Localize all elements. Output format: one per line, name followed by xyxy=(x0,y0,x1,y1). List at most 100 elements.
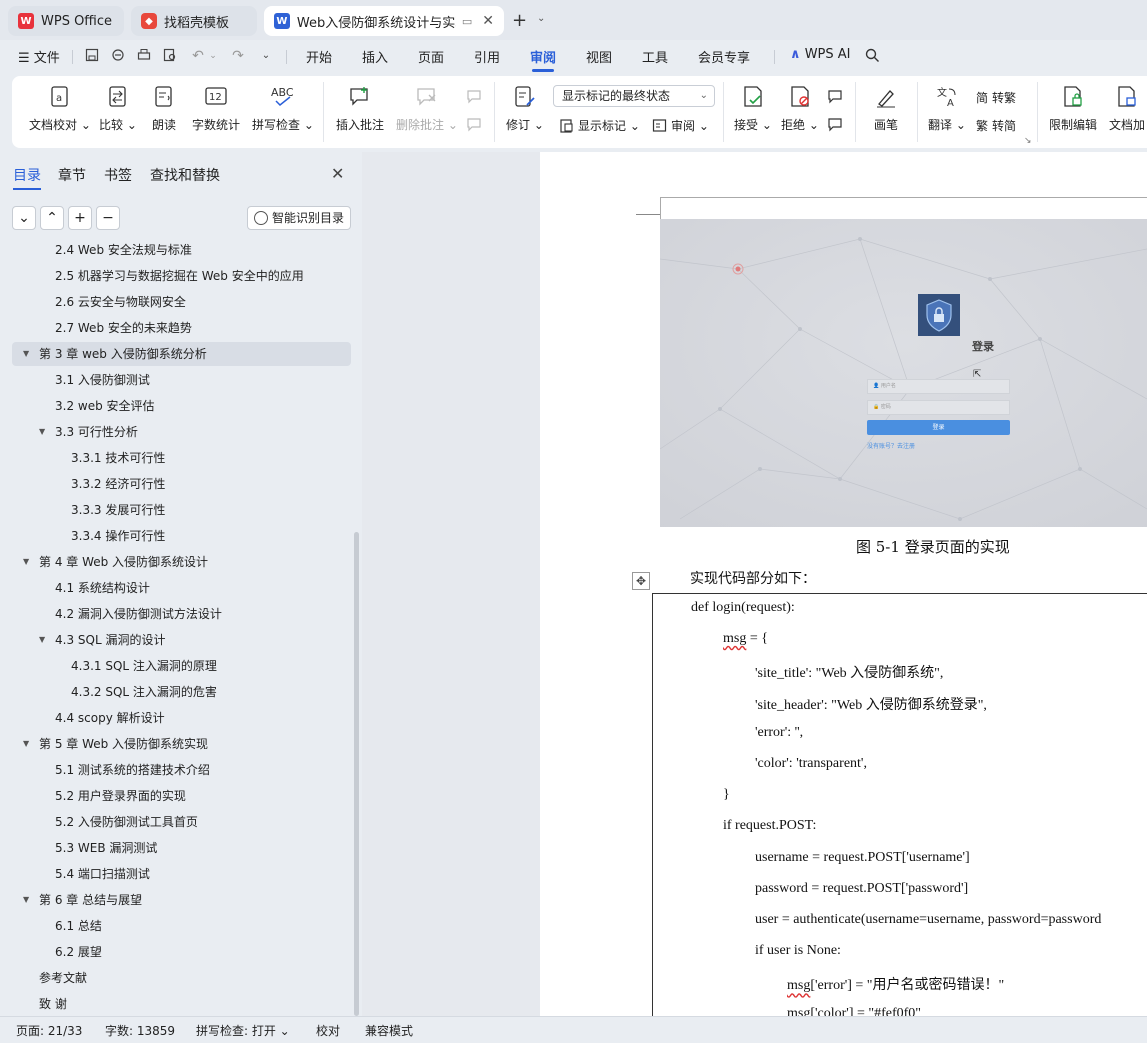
previous-comment-icon[interactable] xyxy=(466,88,486,104)
pane-scrollbar[interactable] xyxy=(354,532,359,1016)
nav-tab-toc[interactable]: 目录 xyxy=(13,165,41,190)
print-preview-icon[interactable] xyxy=(162,48,178,64)
nav-tab-find-replace[interactable]: 查找和替换 xyxy=(150,165,220,185)
toc-item[interactable]: 3.3.4 操作可行性 xyxy=(12,524,351,548)
next-change-icon[interactable] xyxy=(827,116,847,132)
toc-item[interactable]: 2.6 云安全与物联网安全 xyxy=(12,290,351,314)
document-page[interactable]: 登录 ⇱ 👤 用户名 🔒 密码 登录 没有账号？去注册 图 5-1 登录页面的实… xyxy=(540,152,1147,1016)
chevron-down-icon[interactable]: ⌄ xyxy=(537,13,545,24)
expand-arrow-icon[interactable]: ▼ xyxy=(23,732,29,756)
toc-item[interactable]: 致 谢 xyxy=(12,992,351,1016)
ink-button[interactable]: 画笔 xyxy=(873,84,899,133)
toc-item[interactable]: 2.5 机器学习与数据挖掘在 Web 安全中的应用 xyxy=(12,264,351,288)
toc-item[interactable]: 参考文献 xyxy=(12,966,351,990)
spell-check-status[interactable]: 拼写检查: 打开 ⌄ xyxy=(196,1022,290,1039)
new-tab-icon[interactable]: + xyxy=(512,10,527,31)
toc-item[interactable]: ▼ 第 6 章 总结与展望 xyxy=(12,888,351,912)
toc-item[interactable]: ▼ 4.3 SQL 漏洞的设计 xyxy=(12,628,351,652)
doc-encrypt-button[interactable]: 文档加 xyxy=(1109,84,1145,133)
toc-item[interactable]: 4.3.2 SQL 注入漏洞的危害 xyxy=(12,680,351,704)
toc-item[interactable]: 3.2 web 安全评估 xyxy=(12,394,351,418)
smart-toc-button[interactable]: 智能识别目录 xyxy=(247,206,351,230)
to-traditional-button[interactable]: 简 转繁 xyxy=(976,89,1016,106)
menu-tools[interactable]: 工具 xyxy=(642,47,668,66)
expand-arrow-icon[interactable]: ▼ xyxy=(23,888,29,912)
toc-item[interactable]: 4.3.1 SQL 注入漏洞的原理 xyxy=(12,654,351,678)
previous-change-icon[interactable] xyxy=(827,88,847,104)
reject-button[interactable]: 拒绝 ⌄ xyxy=(781,84,819,133)
restrict-edit-button[interactable]: 限制编辑 xyxy=(1049,84,1097,133)
toc-item[interactable]: 6.2 展望 xyxy=(12,940,351,964)
toc-item[interactable]: 3.3.1 技术可行性 xyxy=(12,446,351,470)
tab-docer-templates[interactable]: ◆ 找稻壳模板 xyxy=(131,6,257,36)
print-icon[interactable] xyxy=(136,48,152,64)
toc-item[interactable]: 3.3.3 发展可行性 xyxy=(12,498,351,522)
toc-item[interactable]: 6.1 总结 xyxy=(12,914,351,938)
expand-arrow-icon[interactable]: ▼ xyxy=(39,420,45,444)
add-heading-button[interactable]: + xyxy=(68,206,92,230)
collapse-down-button[interactable]: ⌄ xyxy=(12,206,36,230)
group-expand-icon[interactable]: ↘ xyxy=(1024,136,1032,146)
undo-icon[interactable]: ↶ xyxy=(190,48,206,64)
expand-arrow-icon[interactable]: ▼ xyxy=(23,550,29,574)
toc-item[interactable]: 5.4 端口扫描测试 xyxy=(12,862,351,886)
toc-item[interactable]: 5.2 用户登录界面的实现 xyxy=(12,784,351,808)
toc-item[interactable]: 3.1 入侵防御测试 xyxy=(12,368,351,392)
delete-comment-button[interactable]: 删除批注 ⌄ xyxy=(396,84,458,133)
expand-arrow-icon[interactable]: ▼ xyxy=(39,628,45,652)
code-table[interactable]: def login(request): msg = {'site_title': … xyxy=(652,593,1147,1016)
toc-item[interactable]: 3.3.2 经济可行性 xyxy=(12,472,351,496)
word-count-indicator[interactable]: 字数: 13859 xyxy=(105,1022,175,1039)
markup-mode-select[interactable]: 显示标记的最终状态 ⌄ xyxy=(553,85,715,107)
review-pane-button[interactable]: 审阅 ⌄ xyxy=(652,117,709,134)
close-pane-icon[interactable]: ✕ xyxy=(331,164,344,183)
menu-page[interactable]: 页面 xyxy=(418,47,444,66)
toc-item[interactable]: 4.4 scopy 解析设计 xyxy=(12,706,351,730)
toc-item[interactable]: 5.3 WEB 漏洞测试 xyxy=(12,836,351,860)
save-icon[interactable] xyxy=(84,48,100,64)
expand-arrow-icon[interactable]: ▼ xyxy=(23,342,29,366)
show-markup-button[interactable]: 显示标记 ⌄ xyxy=(559,117,640,134)
tab-current-document[interactable]: W Web入侵防御系统设计与实现 ▭ ✕ xyxy=(264,6,504,36)
compare-button[interactable]: 比较 ⌄ xyxy=(99,84,137,133)
more-chevron-icon[interactable]: ⌄ xyxy=(258,48,274,64)
translate-button[interactable]: 文A 翻译 ⌄ xyxy=(928,84,966,133)
toc-item[interactable]: 5.1 测试系统的搭建技术介绍 xyxy=(12,758,351,782)
insert-comment-button[interactable]: 插入批注 xyxy=(336,84,384,133)
monitor-icon[interactable]: ▭ xyxy=(462,15,472,28)
collapse-up-button[interactable]: ⌃ xyxy=(40,206,64,230)
next-comment-icon[interactable] xyxy=(466,116,486,132)
file-menu[interactable]: ☰ 文件 xyxy=(18,47,60,66)
nav-tab-bookmarks[interactable]: 书签 xyxy=(104,165,132,185)
spell-check-button[interactable]: ABC 拼写检查 ⌄ xyxy=(252,84,314,133)
menu-start[interactable]: 开始 xyxy=(306,47,332,66)
toc-item[interactable]: 4.1 系统结构设计 xyxy=(12,576,351,600)
toc-item[interactable]: 2.4 Web 安全法规与标准 xyxy=(12,238,351,262)
page-indicator[interactable]: 页面: 21/33 xyxy=(16,1022,82,1039)
to-simplified-button[interactable]: 繁 转简 xyxy=(976,117,1016,134)
toc-item[interactable]: 4.2 漏洞入侵防御测试方法设计 xyxy=(12,602,351,626)
toc-item[interactable]: ▼ 第 5 章 Web 入侵防御系统实现 xyxy=(12,732,351,756)
close-tab-icon[interactable]: ✕ xyxy=(482,13,494,29)
nav-tab-sections[interactable]: 章节 xyxy=(58,165,86,185)
menu-member[interactable]: 会员专享 xyxy=(698,47,750,66)
toc-item[interactable]: ▼ 第 4 章 Web 入侵防御系统设计 xyxy=(12,550,351,574)
proof-status[interactable]: 校对 xyxy=(316,1022,340,1039)
remove-heading-button[interactable]: − xyxy=(96,206,120,230)
table-move-handle-icon[interactable]: ✥ xyxy=(632,572,650,590)
proofread-button[interactable]: a 文档校对 ⌄ xyxy=(29,84,91,133)
chevron-down-icon[interactable]: ⌄ xyxy=(205,48,221,64)
tab-wps-office[interactable]: W WPS Office xyxy=(8,6,124,36)
share-icon[interactable] xyxy=(110,48,126,64)
toc-item[interactable]: 5.2 入侵防御测试工具首页 xyxy=(12,810,351,834)
toc-item[interactable]: ▼ 第 3 章 web 入侵防御系统分析 xyxy=(12,342,351,366)
toc-item[interactable]: 2.7 Web 安全的未来趋势 xyxy=(12,316,351,340)
search-icon[interactable] xyxy=(864,48,880,64)
menu-review[interactable]: 审阅 xyxy=(530,47,556,72)
track-changes-button[interactable]: 修订 ⌄ xyxy=(506,84,544,133)
word-count-button[interactable]: 12 字数统计 xyxy=(192,84,240,133)
toc-item[interactable]: ▼ 3.3 可行性分析 xyxy=(12,420,351,444)
wps-ai-button[interactable]: ∧ WPS AI xyxy=(790,47,851,62)
menu-references[interactable]: 引用 xyxy=(474,47,500,66)
menu-insert[interactable]: 插入 xyxy=(362,47,388,66)
